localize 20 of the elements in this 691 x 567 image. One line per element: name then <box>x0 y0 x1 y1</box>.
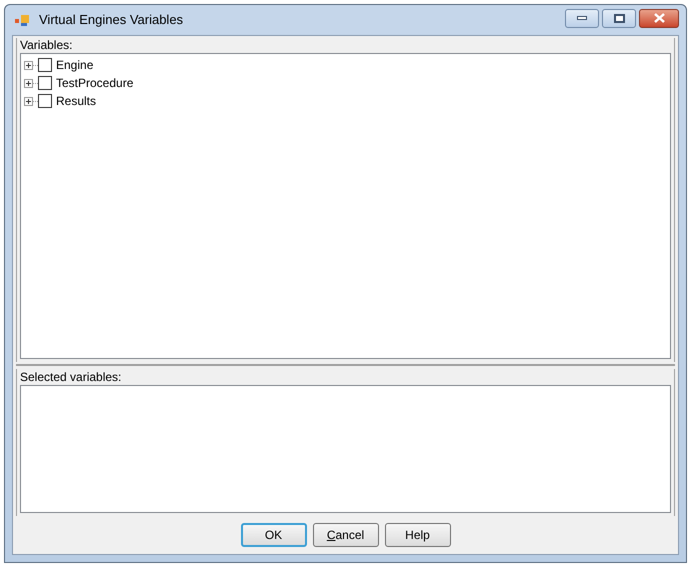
close-button[interactable] <box>639 8 679 28</box>
dialog-button[interactable]: Help <box>384 523 450 547</box>
minimize-button[interactable] <box>565 8 599 28</box>
maximize-button[interactable] <box>602 8 636 28</box>
expand-toggle[interactable] <box>24 78 33 88</box>
tree-item[interactable]: TestProcedure <box>56 74 134 92</box>
selected-variables-label: Selected variables: <box>20 369 122 385</box>
variables-label: Variables: <box>20 38 74 53</box>
expand-toggle[interactable] <box>24 96 33 106</box>
window-title: Virtual Engines Variables <box>39 11 184 30</box>
checkbox[interactable] <box>38 58 52 72</box>
tree-item[interactable]: Results <box>56 92 96 110</box>
expand-toggle[interactable] <box>24 60 33 70</box>
tree-item[interactable]: Engine <box>56 56 94 74</box>
close-icon <box>654 13 664 23</box>
dialog-button[interactable]: Cancel <box>312 523 378 547</box>
dialog-button[interactable]: OK <box>240 523 306 547</box>
checkbox[interactable] <box>38 76 52 90</box>
checkbox[interactable] <box>38 94 52 108</box>
app-icon <box>15 13 31 27</box>
